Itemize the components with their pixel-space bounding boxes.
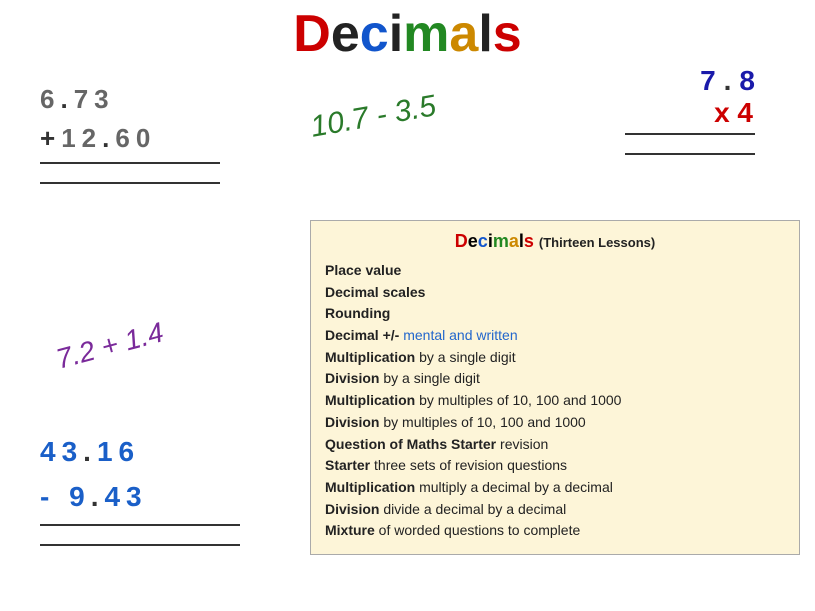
list-item: Decimal +/- mental and written bbox=[325, 325, 785, 347]
title-letter-m: m bbox=[403, 5, 449, 63]
list-item: Division by multiples of 10, 100 and 100… bbox=[325, 412, 785, 434]
item-bold: Starter bbox=[325, 457, 370, 473]
ib-title-a: a bbox=[509, 231, 519, 251]
sub-r1-c3: 1 bbox=[97, 430, 113, 475]
info-box-list: Place value Decimal scales Rounding Deci… bbox=[325, 260, 785, 542]
add-r1-c1: 6 bbox=[40, 80, 54, 119]
info-box-subtitle: (Thirteen Lessons) bbox=[539, 235, 655, 250]
add-r2-c3: 6 bbox=[115, 119, 129, 158]
item-bold: Rounding bbox=[325, 305, 390, 321]
item-normal: by a single digit bbox=[379, 370, 479, 386]
mult-r1-dot: . bbox=[724, 65, 732, 97]
ib-title-s: s bbox=[524, 231, 534, 251]
list-item: Division by a single digit bbox=[325, 368, 785, 390]
add-r2-c2: 2 bbox=[82, 119, 96, 158]
title-letter-i: i bbox=[389, 5, 403, 63]
list-item: Place value bbox=[325, 260, 785, 282]
list-item: Question of Maths Starter revision bbox=[325, 434, 785, 456]
list-item: Rounding bbox=[325, 303, 785, 325]
title-letter-e: e bbox=[331, 5, 360, 63]
page-title: Decimals bbox=[0, 0, 815, 60]
sub-row1: 4 3 . 1 6 bbox=[40, 430, 240, 475]
subtraction-text: 10.7 - 3.5 bbox=[308, 89, 439, 144]
title-letter-c: c bbox=[360, 5, 389, 63]
list-item: Decimal scales bbox=[325, 282, 785, 304]
diagonal-sum-text: 7.2 + 1.4 bbox=[53, 316, 167, 374]
add-plus: + bbox=[40, 119, 55, 158]
mult-r1-8: 8 bbox=[739, 65, 755, 97]
item-normal: by multiples of 10, 100 and 1000 bbox=[415, 392, 621, 408]
sub-minus: - bbox=[40, 475, 49, 520]
add-r1-dot: . bbox=[60, 80, 67, 119]
item-normal: of worded questions to complete bbox=[375, 522, 580, 538]
ib-title-D: D bbox=[455, 231, 468, 251]
item-bold: Division bbox=[325, 370, 379, 386]
mult-row2: x 4 bbox=[625, 97, 755, 129]
ib-title-e: e bbox=[468, 231, 478, 251]
ib-title-m: m bbox=[493, 231, 509, 251]
subtraction-expression: 10.7 - 3.5 bbox=[310, 100, 437, 134]
item-normal: mental and written bbox=[399, 327, 517, 343]
mult-line bbox=[625, 133, 755, 135]
item-bold: Decimal +/- bbox=[325, 327, 399, 343]
sub-line bbox=[40, 524, 240, 526]
addition-problem: 6 . 7 3 + 1 2 . 6 0 bbox=[40, 80, 220, 184]
list-item: Mixture of worded questions to complete bbox=[325, 520, 785, 542]
item-normal: divide a decimal by a decimal bbox=[379, 501, 566, 517]
add-r1-c2: 7 bbox=[74, 80, 88, 119]
item-normal: by multiples of 10, 100 and 1000 bbox=[379, 414, 585, 430]
sub-r1-c4: 6 bbox=[119, 430, 135, 475]
mult-x4: x 4 bbox=[714, 97, 753, 128]
addition-result-line bbox=[40, 182, 220, 184]
sub-r2-c3: 3 bbox=[126, 475, 142, 520]
sub-r1-dot: . bbox=[83, 430, 91, 475]
mult-r1-7: 7 bbox=[700, 65, 716, 97]
title-letter-D: D bbox=[293, 5, 331, 63]
add-r2-c4: 0 bbox=[136, 119, 150, 158]
item-bold: Division bbox=[325, 501, 379, 517]
list-item: Division divide a decimal by a decimal bbox=[325, 499, 785, 521]
addition-row1: 6 . 7 3 bbox=[40, 80, 220, 119]
item-bold: Multiplication bbox=[325, 349, 415, 365]
list-item: Starter three sets of revision questions bbox=[325, 455, 785, 477]
item-normal: by a single digit bbox=[415, 349, 515, 365]
sub-r2-dot: . bbox=[91, 475, 99, 520]
item-bold: Mixture bbox=[325, 522, 375, 538]
item-normal: three sets of revision questions bbox=[370, 457, 567, 473]
item-bold: Decimal scales bbox=[325, 284, 425, 300]
item-bold: Multiplication bbox=[325, 392, 415, 408]
addition-row2: + 1 2 . 6 0 bbox=[40, 119, 220, 158]
item-bold: Multiplication bbox=[325, 479, 415, 495]
addition-line bbox=[40, 162, 220, 164]
sub-r1-c2: 3 bbox=[62, 430, 78, 475]
diagonal-sum: 7.2 + 1.4 bbox=[53, 316, 167, 375]
item-bold: Division bbox=[325, 414, 379, 430]
sub-r2-c2: 4 bbox=[104, 475, 120, 520]
list-item: Multiplication by multiples of 10, 100 a… bbox=[325, 390, 785, 412]
info-box-title: Decimals (Thirteen Lessons) bbox=[325, 231, 785, 252]
add-r2-dot: . bbox=[102, 119, 109, 158]
sub-r2-c1: 9 bbox=[69, 475, 85, 520]
add-r2-c1: 1 bbox=[61, 119, 75, 158]
info-box: Decimals (Thirteen Lessons) Place value … bbox=[310, 220, 800, 555]
mult-row1: 7 . 8 bbox=[625, 65, 755, 97]
item-bold: Place value bbox=[325, 262, 401, 278]
sub-r1-c1: 4 bbox=[40, 430, 56, 475]
mult-result-line bbox=[625, 153, 755, 155]
list-item: Multiplication by a single digit bbox=[325, 347, 785, 369]
multiplication-problem: 7 . 8 x 4 bbox=[625, 65, 755, 155]
title-letter-a: a bbox=[449, 5, 478, 63]
add-r1-c3: 3 bbox=[94, 80, 108, 119]
sub-r2-space bbox=[55, 475, 63, 520]
list-item: Multiplication multiply a decimal by a d… bbox=[325, 477, 785, 499]
ib-title-c: c bbox=[478, 231, 488, 251]
item-bold: Question of Maths Starter bbox=[325, 436, 496, 452]
title-letter-s: s bbox=[493, 5, 522, 63]
title-letter-l: l bbox=[478, 5, 492, 63]
sub-row2: - 9 . 4 3 bbox=[40, 475, 240, 520]
item-normal: revision bbox=[496, 436, 548, 452]
subtraction-problem: 4 3 . 1 6 - 9 . 4 3 bbox=[40, 430, 240, 546]
item-normal: multiply a decimal by a decimal bbox=[415, 479, 613, 495]
sub-result-line bbox=[40, 544, 240, 546]
